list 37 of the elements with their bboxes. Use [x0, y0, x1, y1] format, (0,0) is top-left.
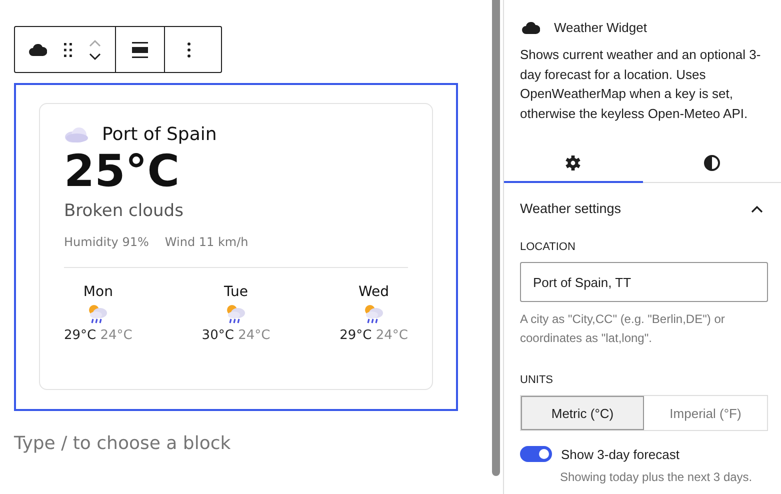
help-text: A city as "City,CC" (e.g. "Berlin,DE") or coordinates as "lat,long".	[520, 311, 726, 347]
humidity-reading: Humidity 91%	[64, 235, 149, 249]
sun-cloud-rain-icon	[362, 304, 385, 324]
forecast-temperatures: 30°C 24°C	[202, 328, 270, 343]
field-label: UNITS	[520, 374, 554, 386]
forecast-day: Wed	[358, 284, 390, 300]
cloud-icon	[64, 126, 90, 142]
cloud-icon	[522, 22, 540, 34]
chevron-icon[interactable]	[751, 204, 763, 212]
more-options-icon[interactable]	[187, 42, 191, 58]
toggle-switch[interactable]	[520, 446, 552, 462]
align-icon[interactable]	[132, 42, 148, 58]
cloud-icon[interactable]	[29, 44, 47, 56]
location-field[interactable]: Port of Spain, TT	[520, 262, 768, 302]
forecast-day: Tue	[224, 284, 248, 300]
scrollbar-thumb[interactable]	[492, 0, 500, 476]
block-placeholder[interactable]: Type / to choose a block	[14, 433, 490, 454]
sun-cloud-rain-icon	[224, 304, 247, 324]
forecast-temperatures: 29°C 24°C	[64, 328, 132, 343]
move-down-icon[interactable]	[89, 52, 101, 60]
wind-reading: Wind 11 km/h	[164, 235, 248, 249]
contrast-icon	[704, 155, 720, 171]
location-name: Port of Spain	[102, 124, 217, 145]
units-option[interactable]: Metric (°C)	[521, 396, 644, 430]
current-temperature: 25°C	[64, 147, 181, 197]
field-label: LOCATION	[520, 241, 576, 253]
panel-title: Weather settings	[520, 201, 622, 216]
forecast-temperatures: 29°C 24°C	[340, 328, 408, 343]
block-title: Weather Widget	[554, 20, 647, 35]
block-description: Shows current weather and an optional 3-day forecast for a location. Uses OpenWeatherMap when a key is set, otherwise the keyless Open-Meteo API.	[520, 46, 762, 123]
drag-handle-icon[interactable]	[63, 42, 73, 58]
weather-condition: Broken clouds	[64, 201, 184, 221]
settings-icon	[565, 155, 582, 171]
sun-cloud-rain-icon	[87, 304, 110, 324]
forecast-day: Mon	[83, 284, 113, 300]
toggle-label: Show 3-day forecast	[561, 446, 680, 462]
help-text: Showing today plus the next 3 days.	[560, 469, 754, 486]
